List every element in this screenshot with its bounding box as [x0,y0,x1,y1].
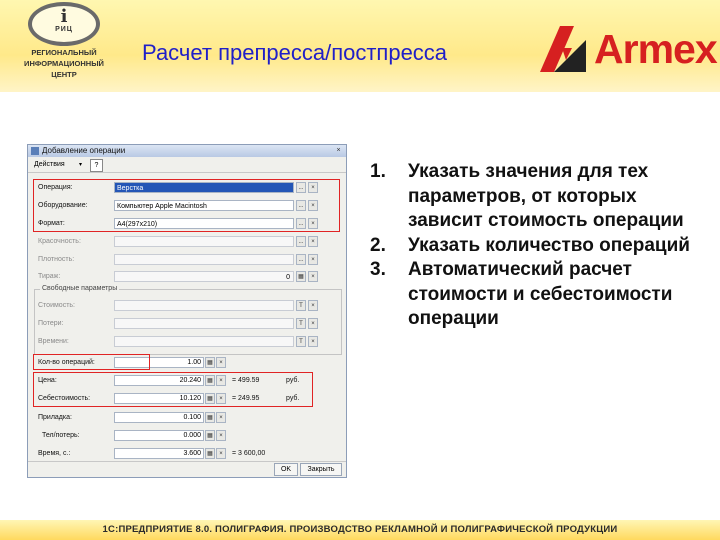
instruction-list: 1. Указать значения для тех параметров, … [370,160,700,332]
add-operation-dialog: Добавление операции × Действия ▾ ? Опера… [27,144,347,478]
losses-input[interactable]: 0.000 [114,430,204,441]
close-button[interactable]: Закрыть [300,463,342,476]
footer-text: 1С:ПРЕДПРИЯТИЕ 8.0. ПОЛИГРАФИЯ. ПРОИЗВОД… [102,524,618,535]
armex-logo: Armex [540,20,718,78]
clear-button[interactable]: × [308,271,318,282]
clear-button[interactable]: × [308,318,318,329]
field-label: Красочность: [38,238,81,245]
step-text: Указать значения для тех параметров, от … [408,161,684,231]
free-params-title: Свободные параметры [40,285,120,292]
step-text: Указать количество операций [408,234,690,256]
clear-button[interactable]: × [308,300,318,311]
calculator-icon[interactable]: ▦ [205,412,215,423]
calculator-icon[interactable]: ▦ [205,357,215,368]
density-field[interactable] [114,254,294,265]
logo-emblem-icon: i РИЦ [28,2,100,46]
clear-button[interactable]: × [308,254,318,265]
calc-label: Тел/потерь: [42,432,80,439]
step-number: 1. [370,161,386,182]
price-result-highlight [33,372,313,407]
required-fields-highlight [33,179,340,232]
quantity-highlight [33,354,150,370]
field-label: Тираж: [38,273,61,280]
param-row-losses: Потери: Т × [28,317,346,331]
help-button[interactable]: ? [90,159,103,172]
clear-button[interactable]: × [216,430,226,441]
param-label: Времени: [38,338,69,345]
close-icon[interactable]: × [334,147,343,155]
select-button[interactable]: ... [296,236,306,247]
step-text: Автоматический расчет стоимости и себест… [408,259,673,329]
armex-mark-icon [540,26,586,72]
type-button[interactable]: Т [296,300,306,311]
brand-name: Armex [594,26,718,72]
cost-param-field[interactable] [114,300,294,311]
calc-label: Время, с.: [38,450,71,457]
clear-button[interactable]: × [216,412,226,423]
instruction-step: 1. Указать значения для тех параметров, … [370,160,700,234]
losses-param-field[interactable] [114,318,294,329]
calc-row-time: Время, с.: 3.600 ▦ × = 3 600,00 [28,447,346,461]
logo-glyph: i [60,6,68,27]
dialog-app-icon [31,147,39,155]
calculator-icon[interactable]: ▦ [205,430,215,441]
step-number: 2. [370,234,386,256]
param-label: Потери: [38,320,64,327]
field-row-colors: Красочность: ... × [28,235,346,249]
slide-header: i РИЦ РЕГИОНАЛЬНЫЙ ИНФОРМАЦИОННЫЙ ЦЕНТР … [0,0,720,92]
makeready-input[interactable]: 0.100 [114,412,204,423]
param-row-time: Времени: Т × [28,335,346,349]
clear-button[interactable]: × [308,336,318,347]
instruction-step: 2. Указать количество операций [370,234,700,259]
slide-footer: 1С:ПРЕДПРИЯТИЕ 8.0. ПОЛИГРАФИЯ. ПРОИЗВОД… [0,520,720,540]
dialog-title: Добавление операции [42,146,126,155]
calc-row-makeready: Приладка: 0.100 ▦ × [28,411,346,425]
step-number: 3. [370,259,386,280]
type-button[interactable]: Т [296,336,306,347]
field-row-circulation: Тираж: 0 ▦ × [28,270,346,284]
circulation-field[interactable]: 0 [114,271,294,282]
clear-button[interactable]: × [308,236,318,247]
dialog-titlebar: Добавление операции × [28,145,346,157]
colors-field[interactable] [114,236,294,247]
calculator-icon[interactable]: ▦ [205,448,215,459]
ric-logo: i РИЦ РЕГИОНАЛЬНЫЙ ИНФОРМАЦИОННЫЙ ЦЕНТР [14,2,114,79]
select-button[interactable]: ... [296,254,306,265]
calc-row-losses: Тел/потерь: 0.000 ▦ × [28,429,346,443]
actions-menu[interactable]: Действия [34,161,65,168]
dialog-divider [28,461,346,462]
ok-button[interactable]: OK [274,463,298,476]
dialog-toolbar: Действия ▾ ? [28,158,346,173]
logo-line-2: ИНФОРМАЦИОННЫЙ [24,59,104,68]
chevron-down-icon[interactable]: ▾ [79,161,82,168]
logo-line-1: РЕГИОНАЛЬНЫЙ [31,48,97,57]
time-param-field[interactable] [114,336,294,347]
page-title: Расчет препресса/постпресса [142,40,448,65]
field-row-density: Плотность: ... × [28,253,346,267]
clear-button[interactable]: × [216,357,226,368]
calc-label: Приладка: [38,414,72,421]
time-input[interactable]: 3.600 [114,448,204,459]
time-total: = 3 600,00 [232,450,266,457]
logo-line-3: ЦЕНТР [51,70,77,79]
param-label: Стоимость: [38,302,75,309]
logo-abbr: РИЦ [55,26,73,33]
type-button[interactable]: Т [296,318,306,329]
calculator-icon[interactable]: ▦ [296,271,306,282]
param-row-cost: Стоимость: Т × [28,299,346,313]
field-label: Плотность: [38,256,75,263]
instruction-step: 3. Автоматический расчет стоимости и себ… [370,258,700,332]
clear-button[interactable]: × [216,448,226,459]
